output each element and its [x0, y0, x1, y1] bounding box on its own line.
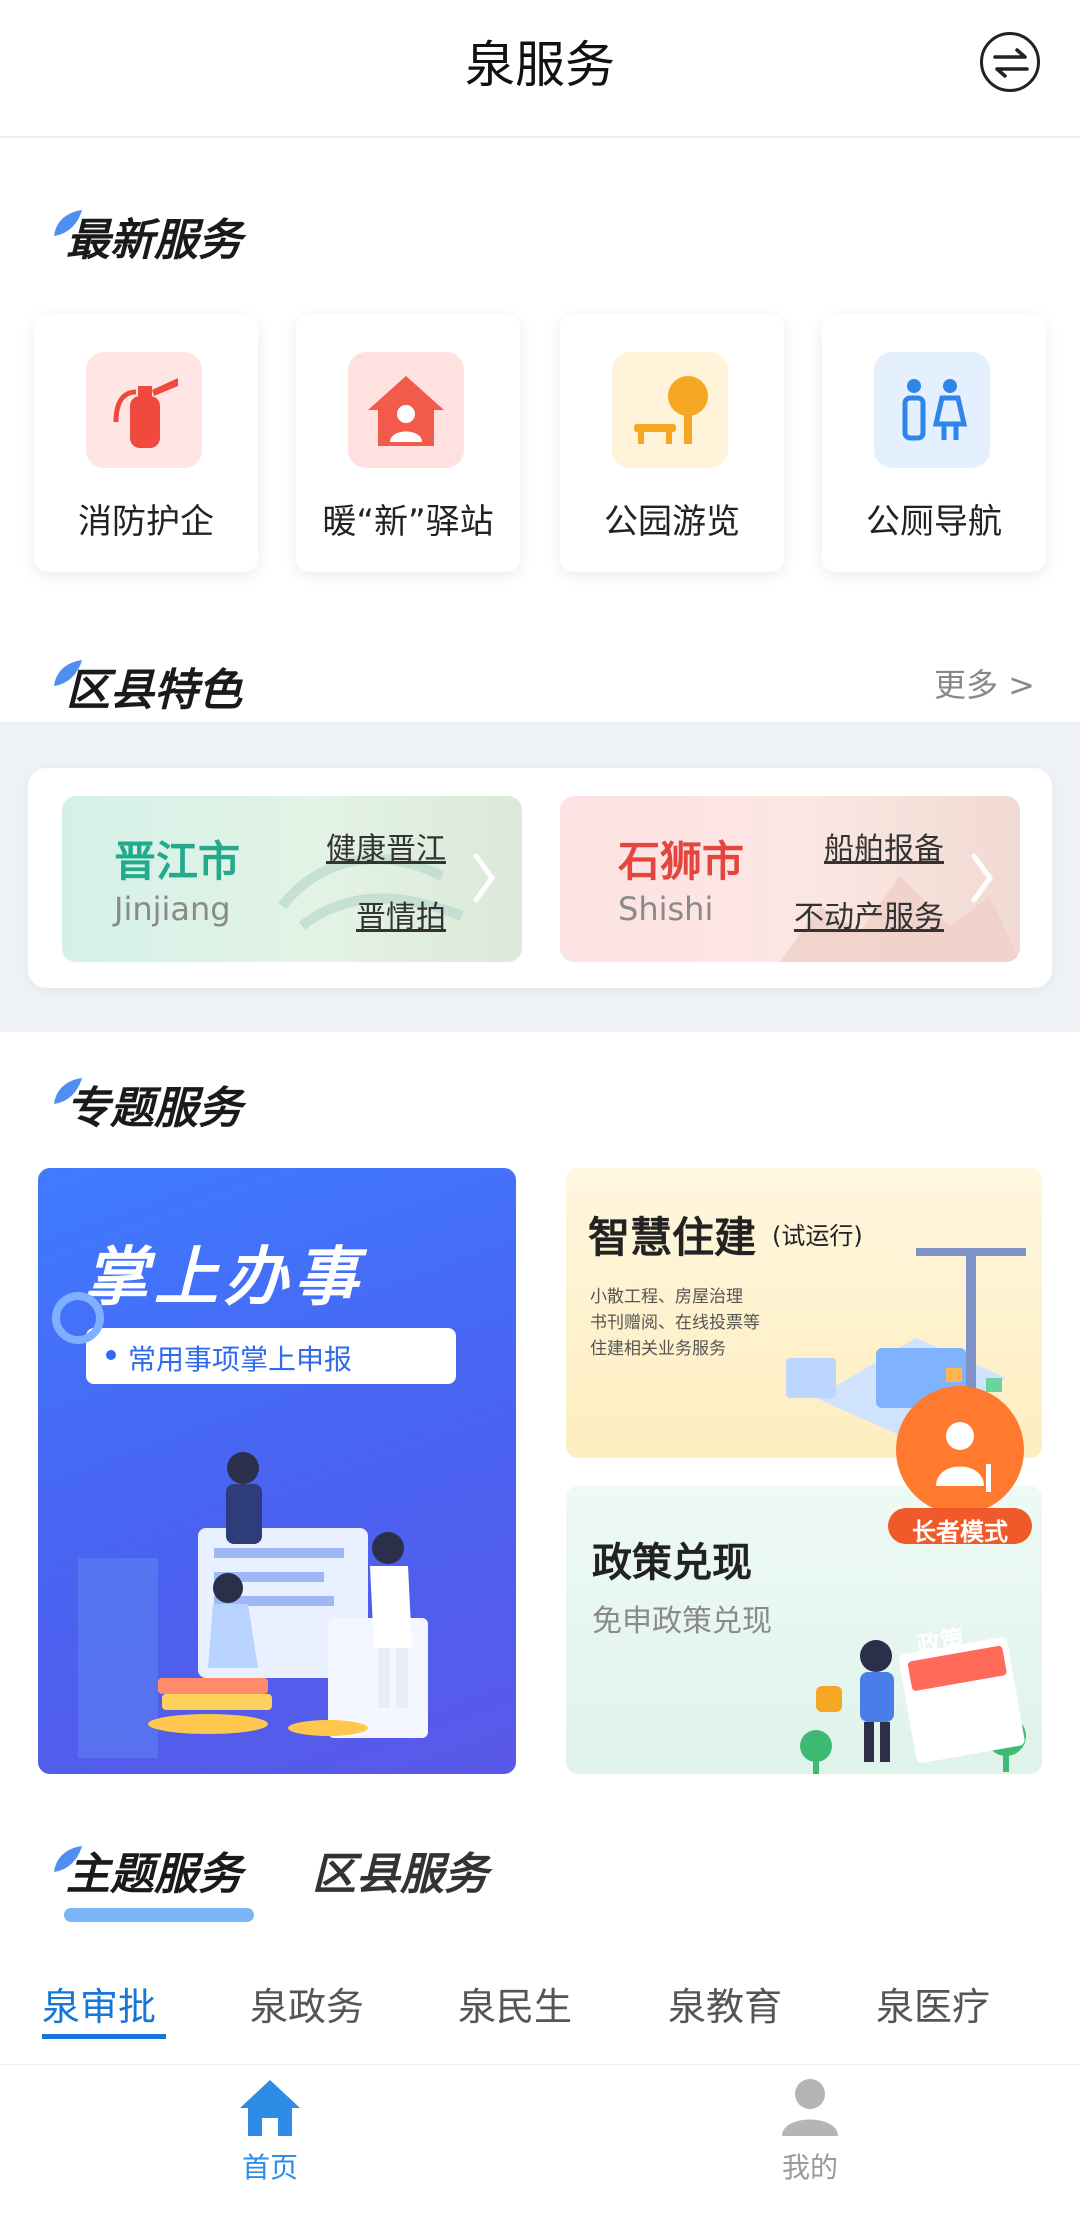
district-link[interactable]: 船舶报备: [824, 824, 944, 868]
ring-decoration: [52, 1292, 104, 1344]
banner-title: 智慧住建: [588, 1213, 757, 1262]
district-link[interactable]: 不动产服务: [794, 892, 944, 936]
service-card-park[interactable]: 公园游览: [560, 314, 784, 572]
chevron-right-icon: [971, 853, 994, 903]
banner-title: 掌上办事: [84, 1241, 364, 1315]
subtab-education[interactable]: 泉教育: [668, 1976, 782, 2031]
subtab-indicator: [42, 2034, 166, 2039]
policy-illustration: [800, 1637, 1026, 1774]
switch-arrows-icon[interactable]: [980, 32, 1040, 92]
subtab-government[interactable]: 泉政务: [250, 1976, 364, 2031]
service-card-restroom[interactable]: 公厕导航: [822, 314, 1046, 572]
service-label: 公园游览: [604, 502, 740, 542]
chevron-right-icon: [473, 853, 496, 903]
tab-district-service[interactable]: 区县服务: [312, 1838, 488, 1902]
banner-desc: 住建相关业务服务: [590, 1339, 726, 1359]
more-link[interactable]: 更多 >: [934, 660, 1035, 706]
district-shishi[interactable]: 石狮市 Shishi 船舶报备 不动产服务: [560, 796, 1020, 962]
restroom-icon: [874, 352, 990, 468]
nav-home[interactable]: 首页: [200, 2076, 340, 2206]
subtab-medical[interactable]: 泉医疗: [876, 1976, 990, 2031]
nav-label: 首页: [241, 2151, 298, 2184]
district-link[interactable]: 健康晋江: [326, 824, 446, 868]
banner-desc: 小散工程、房屋治理: [590, 1287, 743, 1307]
banner-subtitle: 免申政策兑现: [592, 1604, 772, 1639]
elder-mode-label: 长者模式: [912, 1518, 1008, 1546]
district-en-name: Jinjiang: [114, 890, 231, 928]
office-workers-illustration: [78, 1452, 428, 1758]
nav-mine[interactable]: 我的: [740, 2076, 880, 2206]
service-card-warm-station[interactable]: 暖“新”驿站: [296, 314, 520, 572]
home-icon: [240, 2080, 300, 2136]
subtab-livelihood[interactable]: 泉民生: [458, 1976, 572, 2031]
section-title-topic: 专题服务: [66, 1083, 242, 1134]
district-link[interactable]: 晋情拍: [356, 892, 446, 936]
banner-desc: 书刊赠阅、在线投票等: [590, 1313, 760, 1333]
district-jinjiang[interactable]: 晋江市 Jinjiang 健康晋江 晋情拍: [62, 796, 522, 962]
bottom-nav: [0, 2064, 1080, 2215]
section-title-latest: 最新服务: [66, 215, 242, 266]
service-label: 暖“新”驿站: [322, 502, 494, 542]
service-label: 消防护企: [78, 502, 214, 542]
section-title-district: 区县特色: [66, 665, 242, 716]
subtab-approval[interactable]: 泉审批: [42, 1976, 156, 2031]
house-person-icon: [348, 352, 464, 468]
banner-subtitle-pill: 常用事项掌上申报: [86, 1328, 456, 1384]
park-bench-tree-icon: [612, 352, 728, 468]
fire-extinguisher-icon: [86, 352, 202, 468]
tab-theme-service[interactable]: 主题服务: [66, 1838, 242, 1902]
page-title: 泉服务: [465, 36, 615, 94]
district-name: 晋江市: [114, 837, 241, 886]
user-icon: [782, 2079, 838, 2136]
tab-active-indicator: [64, 1908, 254, 1922]
banner-mobile-service[interactable]: 掌上办事 常用事项掌上申报: [38, 1168, 516, 1774]
district-name: 石狮市: [618, 837, 745, 886]
district-en-name: Shishi: [618, 890, 714, 928]
elder-mode-button[interactable]: 长者模式: [882, 1380, 1038, 1546]
service-card-fire[interactable]: 消防护企: [34, 314, 258, 572]
service-label: 公厕导航: [866, 502, 1002, 542]
banner-subtitle: 常用事项掌上申报: [128, 1343, 353, 1376]
banner-title: 政策兑现: [592, 1540, 752, 1586]
nav-label: 我的: [781, 2151, 838, 2184]
